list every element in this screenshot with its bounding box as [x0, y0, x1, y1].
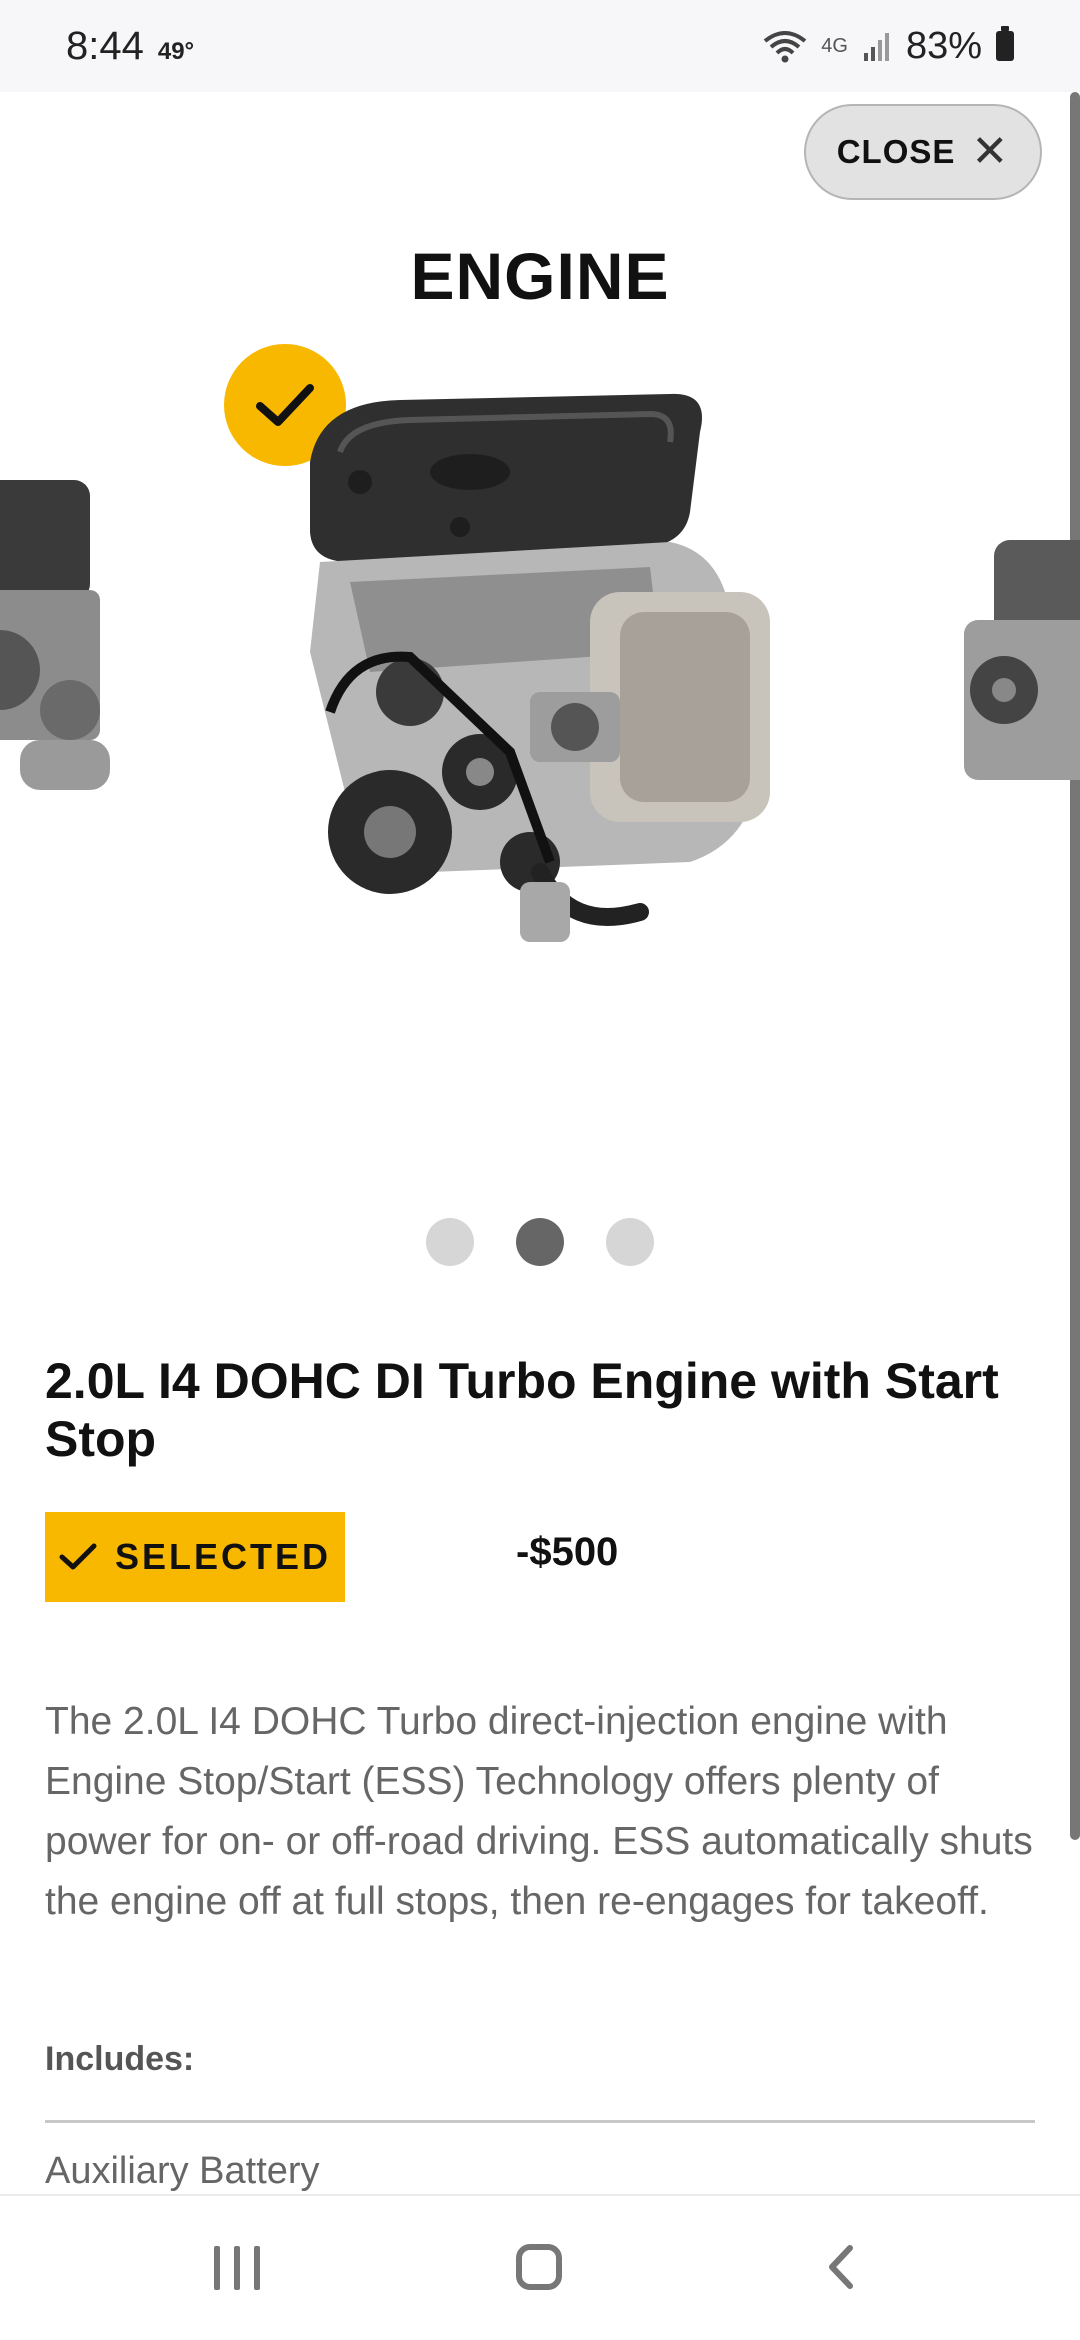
page-title: ENGINE [410, 239, 670, 313]
include-item: Auxiliary Battery [45, 2150, 320, 2192]
network-type: 4G [821, 34, 848, 57]
engine-image [310, 393, 770, 942]
status-temperature: 49° [157, 37, 195, 65]
close-button[interactable]: CLOSE ✕ [804, 104, 1042, 200]
status-left: 8:44 49° [66, 24, 194, 69]
system-nav-bar [0, 2194, 1080, 2340]
back-icon[interactable] [820, 2244, 866, 2290]
carousel-dot-1[interactable] [426, 1218, 474, 1266]
carousel-dot-2[interactable] [516, 1218, 564, 1266]
carousel-item-current[interactable] [290, 392, 810, 952]
checkmark-icon [59, 1543, 97, 1570]
status-time: 8:44 [66, 23, 144, 68]
divider [45, 2120, 1035, 2123]
selected-button[interactable]: SELECTED [45, 1512, 345, 1602]
carousel-pagination [0, 1218, 1080, 1266]
close-label: CLOSE [836, 133, 956, 170]
wifi-icon [764, 31, 807, 63]
option-title: 2.0L I4 DOHC DI Turbo Engine with Start … [45, 1353, 999, 1467]
engine-image-previous [0, 480, 110, 790]
engine-image-next [964, 540, 1080, 780]
signal-icon [863, 33, 889, 61]
option-description: The 2.0L I4 DOHC Turbo direct-injection … [45, 1700, 1033, 1923]
close-icon: ✕ [971, 127, 1010, 176]
option-price: -$500 [516, 1530, 619, 1574]
selected-label: SELECTED [114, 1536, 332, 1577]
battery-percent: 83% [905, 24, 982, 67]
scrollbar[interactable] [1070, 92, 1080, 1840]
status-right: 4G 83% [763, 25, 1014, 68]
carousel-dot-3[interactable] [606, 1218, 654, 1266]
recents-icon[interactable] [214, 2246, 260, 2290]
battery-icon [996, 26, 1014, 61]
includes-label: Includes: [45, 2040, 195, 2078]
carousel-item-next[interactable] [944, 530, 1080, 820]
carousel-item-previous[interactable] [0, 470, 150, 810]
status-bar: 8:44 49° 4G 83% [0, 0, 1080, 92]
home-icon[interactable] [516, 2244, 562, 2290]
